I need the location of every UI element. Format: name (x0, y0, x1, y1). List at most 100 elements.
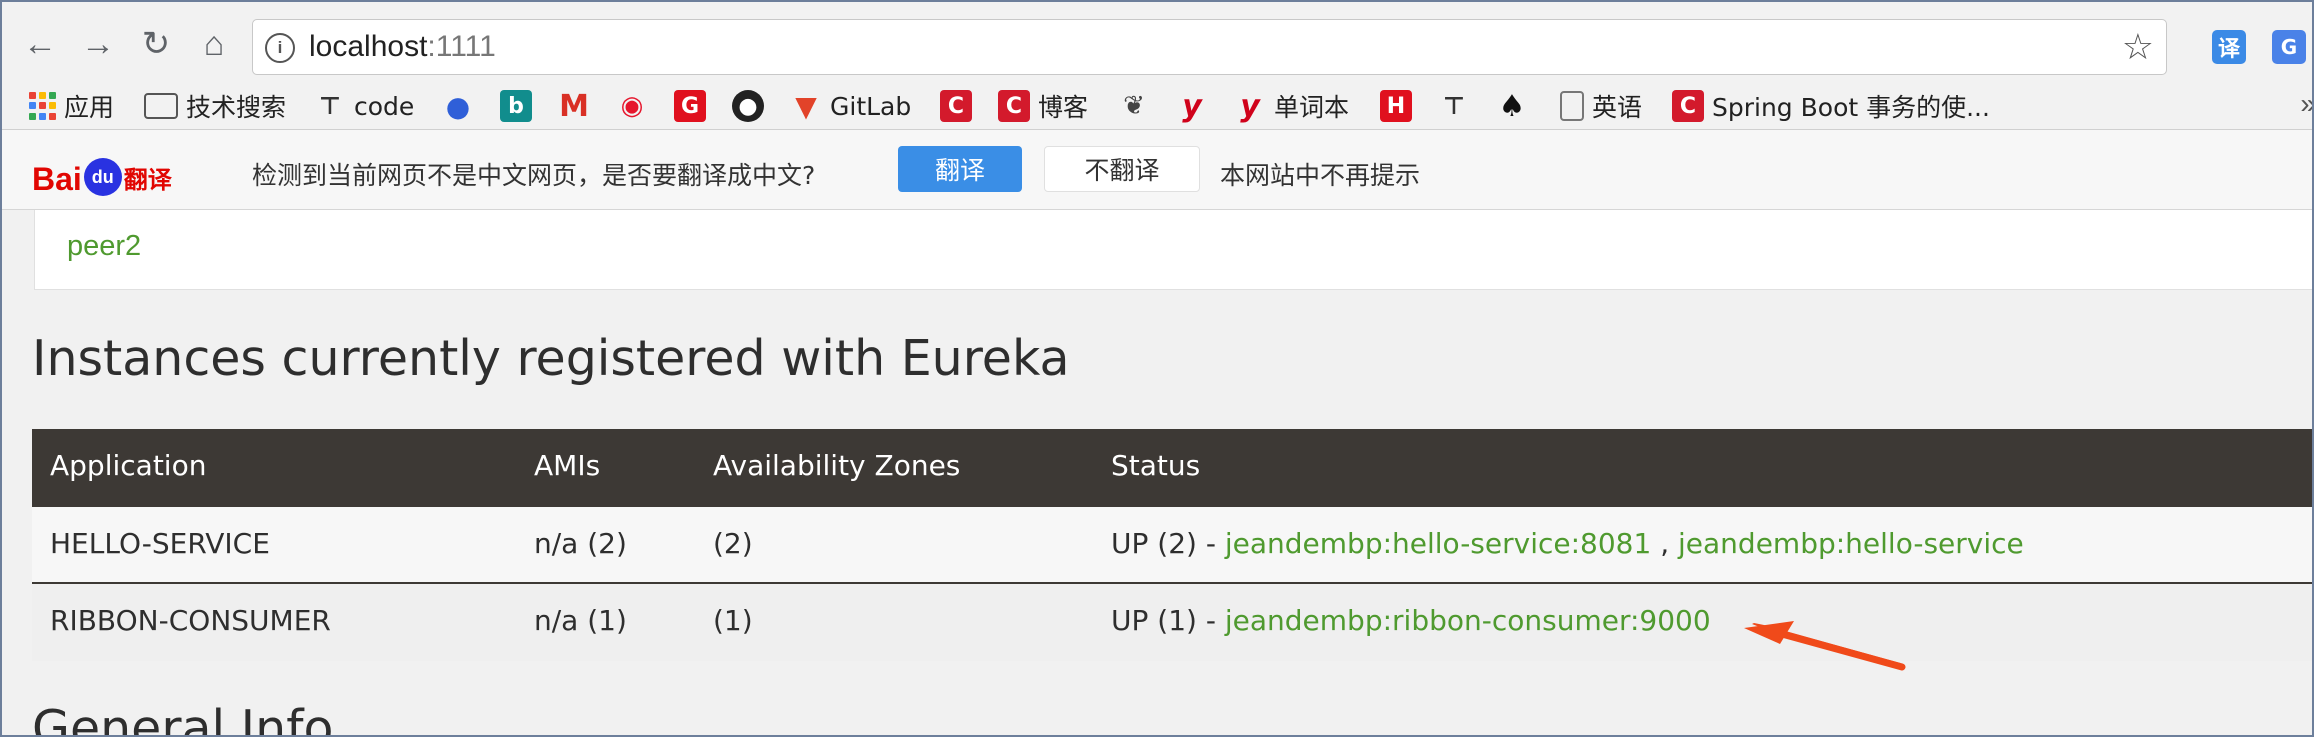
cell-application: RIBBON-CONSUMER (50, 604, 331, 637)
general-info-heading: General Info (32, 700, 334, 737)
bookmarks-bar: 应用 技术搜索 ⊤ code ● b M ◉ G ● ▼ GitLab C C … (2, 82, 2312, 130)
url-text[interactable]: localhost:1111 (309, 30, 496, 64)
bookmark-label: 英语 (1592, 93, 1643, 122)
apps-grid-icon (28, 92, 56, 120)
spade-icon: ♠ (1498, 88, 1526, 124)
csdn-icon: C (940, 90, 972, 122)
status-text: UP (1) - (1111, 604, 1225, 637)
gitlab-icon: ▼ (795, 89, 817, 123)
bing-icon: b (500, 90, 532, 122)
bookmark-spade[interactable]: ♠ (1496, 88, 1536, 124)
bookmark-label: 应用 (64, 93, 115, 122)
bookmark-gitlab[interactable]: ▼ GitLab (790, 88, 911, 124)
gmail-icon: M (559, 88, 589, 124)
baidu-paw-icon: ● (445, 89, 471, 123)
bookmark-folder[interactable]: 技术搜索 (144, 88, 286, 124)
instance-link[interactable]: jeandembp:hello-service (1678, 527, 2024, 560)
cell-amis: n/a (1) (534, 604, 627, 637)
logo-fanyi: 翻译 (123, 166, 172, 194)
instance-link[interactable]: jeandembp:hello-service:8081 (1225, 527, 1651, 560)
table-row: HELLO-SERVICE n/a (2) (2) UP (2) - jeand… (32, 507, 2312, 584)
cell-zones: (2) (713, 527, 753, 560)
bookmark-apps[interactable]: 应用 (28, 88, 114, 124)
bookmark-words[interactable]: y 单词本 (1234, 88, 1349, 124)
url-host: localhost (309, 30, 428, 63)
bookmark-english[interactable]: 英语 (1560, 88, 1642, 124)
bookmark-bing[interactable]: b (500, 88, 540, 124)
bookmark-label: GitLab (830, 91, 912, 121)
table-header: Application AMIs Availability Zones Stat… (32, 429, 2312, 507)
bookmark-github[interactable]: ● (732, 88, 772, 124)
instances-heading: Instances currently registered with Eure… (32, 330, 1070, 387)
document-icon (1560, 91, 1584, 121)
bookmark-star-icon[interactable]: ☆ (2122, 26, 2154, 68)
csdn-icon: C (998, 90, 1030, 122)
table-row: RIBBON-CONSUMER n/a (1) (1) UP (1) - jea… (32, 584, 2312, 661)
back-icon[interactable]: ← (20, 24, 60, 64)
bookmark-weibo[interactable]: ◉ (616, 88, 656, 124)
column-header-zones: Availability Zones (713, 449, 961, 482)
replicas-box: peer2 (34, 210, 2312, 290)
bookmark-label: Spring Boot 事务的使... (1712, 93, 1990, 122)
bookmark-youdao[interactable]: y (1176, 88, 1216, 124)
bookmark-link2[interactable]: ⊤ (1438, 88, 1478, 124)
bookmark-label: 单词本 (1274, 93, 1350, 122)
google-translate-extension-icon[interactable]: G (2272, 30, 2306, 64)
cell-zones: (1) (713, 604, 753, 637)
youdao-icon: y (1182, 88, 1202, 124)
logo-du-paw: du (83, 158, 122, 196)
link-icon: ⊤ (1443, 92, 1465, 120)
peer-link[interactable]: peer2 (67, 230, 141, 263)
column-header-application: Application (50, 449, 207, 482)
bookmark-spring[interactable]: C Spring Boot 事务的使... (1672, 88, 1990, 124)
cell-amis: n/a (2) (534, 527, 627, 560)
instances-table: Application AMIs Availability Zones Stat… (32, 429, 2312, 661)
forward-icon[interactable]: → (78, 24, 118, 64)
bookmark-baidu[interactable]: ● (442, 88, 482, 124)
translate-message: 检测到当前网页不是中文网页，是否要翻译成中文? (252, 161, 816, 190)
never-show-link[interactable]: 本网站中不再提示 (1220, 156, 1420, 192)
instance-link[interactable]: jeandembp:ribbon-consumer:9000 (1225, 604, 1711, 637)
status-text: UP (2) - (1111, 527, 1225, 560)
bookmarks-overflow-icon[interactable]: » (2300, 88, 2312, 120)
g-logo-icon: G (674, 90, 706, 122)
translate-bar: Bai du 翻译 检测到当前网页不是中文网页，是否要翻译成中文? 翻译 不翻译… (2, 130, 2312, 210)
folder-icon (144, 93, 178, 119)
bookmark-label: code (354, 91, 415, 121)
bookmark-csdn[interactable]: C (940, 88, 980, 124)
page-content: peer2 Instances currently registered wit… (2, 210, 2312, 737)
bookmark-code[interactable]: ⊤ code (314, 88, 414, 124)
address-bar[interactable]: i localhost:1111 ☆ (252, 19, 2167, 75)
youdao-icon: y (1240, 88, 1260, 124)
weibo-icon: ◉ (620, 91, 644, 121)
github-icon: ● (732, 90, 764, 122)
browser-window: ← → ↻ ⌂ i localhost:1111 ☆ 译 G 应用 技术搜索 ⊤… (0, 0, 2314, 737)
bookmark-gmail[interactable]: M (558, 88, 598, 124)
feather-icon: ❦ (1123, 91, 1145, 121)
column-header-status: Status (1111, 449, 1201, 482)
csdn-icon: C (1672, 90, 1704, 122)
cell-status: UP (1) - jeandembp:ribbon-consumer:9000 (1111, 604, 1711, 637)
h-logo-icon: H (1380, 90, 1412, 122)
bookmark-feather[interactable]: ❦ (1118, 88, 1158, 124)
logo-bai: Bai (32, 161, 82, 197)
url-port: :1111 (427, 30, 496, 63)
link-icon: ⊤ (319, 92, 341, 120)
translate-button[interactable]: 翻译 (898, 146, 1022, 192)
info-icon[interactable]: i (265, 33, 295, 63)
bookmark-g[interactable]: G (674, 88, 714, 124)
cell-application: HELLO-SERVICE (50, 527, 270, 560)
translate-extension-icon[interactable]: 译 (2212, 30, 2246, 64)
link-separator: , (1651, 527, 1679, 560)
bookmark-label: 技术搜索 (186, 93, 287, 122)
bookmark-h[interactable]: H (1380, 88, 1420, 124)
baidu-translate-logo: Bai du 翻译 (32, 142, 172, 198)
cell-status: UP (2) - jeandembp:hello-service:8081 , … (1111, 527, 2024, 560)
annotation-arrow-icon (1744, 621, 1906, 671)
column-header-amis: AMIs (534, 449, 601, 482)
bookmark-blog[interactable]: C 博客 (998, 88, 1088, 124)
no-translate-button[interactable]: 不翻译 (1044, 146, 1200, 192)
home-icon[interactable]: ⌂ (194, 24, 234, 64)
reload-icon[interactable]: ↻ (136, 24, 176, 64)
bookmark-label: 博客 (1038, 93, 1089, 122)
